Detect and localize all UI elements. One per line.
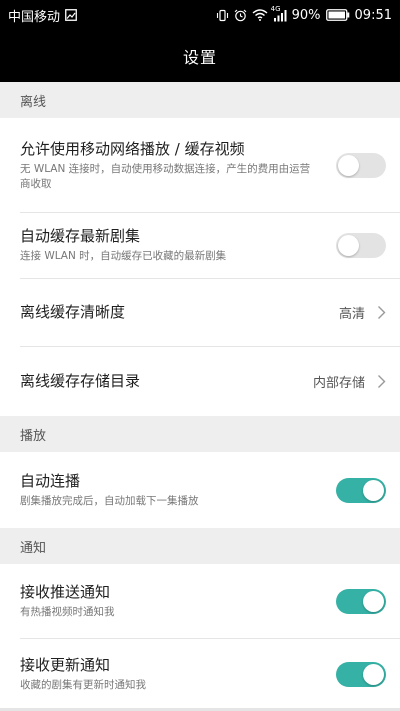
section-header-label: 离线	[20, 94, 47, 110]
signal-icon: 4G	[271, 5, 287, 22]
setting-offline-cache-quality[interactable]: 离线缓存清晰度 高清	[0, 278, 400, 346]
push-notifications-toggle[interactable]	[336, 588, 386, 614]
battery-icon	[325, 9, 350, 21]
setting-description: 无 WLAN 连接时，自动使用移动数据连接，产生的费用由运营商收取	[20, 162, 311, 190]
section-header-label: 通知	[20, 540, 47, 556]
setting-update-notifications[interactable]: 接收更新通知 收藏的剧集有更新时通知我	[0, 638, 400, 710]
setting-description: 有热播视频时通知我	[20, 606, 115, 618]
toggle-knob	[363, 590, 384, 612]
setting-title: 允许使用移动网络播放 / 缓存视频	[20, 139, 245, 158]
setting-description: 连接 WLAN 时，自动缓存已收藏的最新剧集	[20, 250, 227, 262]
wifi-icon	[252, 9, 268, 21]
setting-offline-cache-storage[interactable]: 离线缓存存储目录 内部存储	[0, 346, 400, 416]
section-header-offline: 离线	[0, 82, 400, 118]
setting-auto-cache-latest[interactable]: 自动缓存最新剧集 连接 WLAN 时，自动缓存已收藏的最新剧集	[0, 212, 400, 278]
toggle-knob	[338, 154, 359, 176]
carrier-label: 中国移动	[8, 9, 61, 25]
clock: 09:51	[354, 7, 392, 23]
setting-title: 离线缓存清晰度	[20, 303, 126, 321]
image-icon	[65, 9, 77, 21]
battery-percent: 90%	[291, 7, 321, 23]
setting-description: 剧集播放完成后，自动加载下一集播放	[20, 495, 199, 507]
chevron-right-icon	[377, 305, 386, 320]
toggle-knob	[363, 663, 384, 685]
mobile-network-play-toggle[interactable]	[336, 152, 386, 178]
setting-value: 高清	[338, 306, 365, 322]
update-notifications-toggle[interactable]	[336, 661, 386, 687]
setting-description: 收藏的剧集有更新时通知我	[20, 679, 146, 691]
setting-title: 自动连播	[20, 472, 81, 490]
section-header-playback: 播放	[0, 416, 400, 452]
section-header-notifications: 通知	[0, 528, 400, 564]
chevron-right-icon	[377, 374, 386, 389]
toggle-knob	[338, 234, 359, 256]
setting-title: 接收推送通知	[20, 583, 111, 601]
alarm-icon	[234, 9, 247, 22]
setting-autoplay[interactable]: 自动连播 剧集播放完成后，自动加载下一集播放	[0, 452, 400, 528]
page-title: 设置	[182, 48, 217, 67]
section-header-label: 播放	[20, 428, 47, 444]
status-bar: 中国移动 4G 90% 09:51	[0, 0, 400, 30]
setting-value: 内部存储	[312, 375, 365, 391]
autoplay-toggle[interactable]	[336, 477, 386, 503]
setting-title: 离线缓存存储目录	[20, 372, 141, 390]
vibrate-icon	[216, 9, 229, 22]
setting-title: 自动缓存最新剧集	[20, 227, 141, 245]
setting-title: 接收更新通知	[20, 656, 111, 674]
setting-mobile-network-play[interactable]: 允许使用移动网络播放 / 缓存视频 无 WLAN 连接时，自动使用移动数据连接，…	[0, 118, 400, 212]
setting-push-notifications[interactable]: 接收推送通知 有热播视频时通知我	[0, 564, 400, 638]
title-bar: 设置	[0, 30, 400, 82]
toggle-knob	[363, 479, 384, 501]
auto-cache-toggle[interactable]	[336, 232, 386, 258]
network-type-label: 4G	[270, 4, 281, 13]
